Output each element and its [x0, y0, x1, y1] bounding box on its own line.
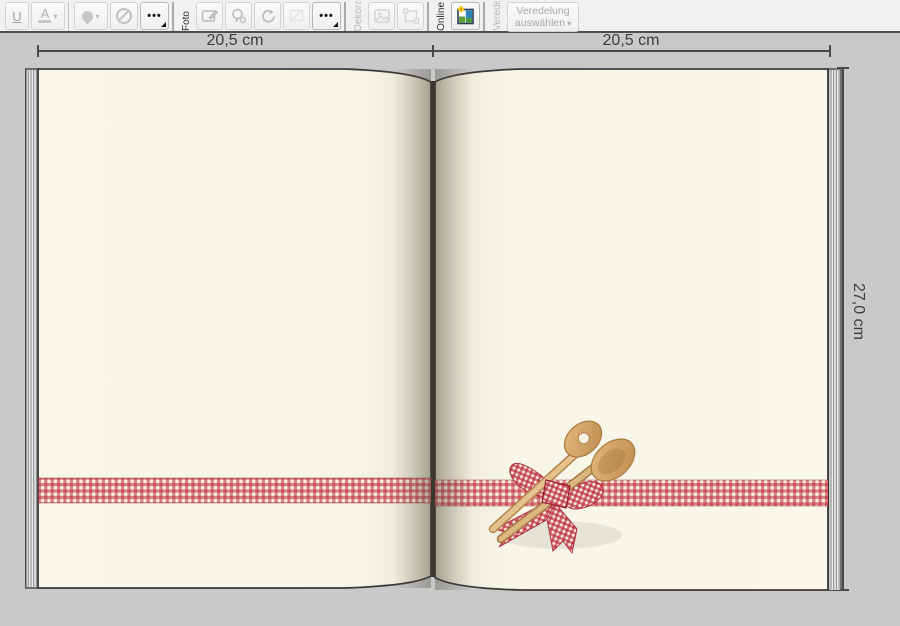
veredelung-button-line1: Veredelung — [516, 5, 569, 17]
edit-photo-button[interactable] — [196, 2, 223, 30]
veredelung-button-line2: auswählen — [515, 17, 565, 29]
spine-shadow-right — [435, 69, 473, 590]
more-icon: ••• — [147, 10, 162, 22]
right-page-width-label: 20,5 cm — [561, 32, 701, 50]
add-photo-icon — [230, 7, 248, 25]
group-separator — [483, 2, 485, 31]
left-page[interactable] — [38, 69, 431, 588]
separator — [68, 2, 69, 31]
deco-frame-button[interactable] — [397, 2, 424, 30]
group-separator — [172, 2, 174, 31]
spine-shadow-left — [393, 69, 431, 588]
right-page[interactable] — [435, 69, 828, 590]
online-group-label: Online — [434, 1, 449, 32]
add-photo-button[interactable] — [225, 2, 252, 30]
veredelung-select-button[interactable]: Veredelung auswählen▾ — [507, 2, 579, 32]
book-spread — [25, 67, 842, 591]
fill-color-icon — [80, 8, 96, 24]
dekor-group-label: Dekoration — [351, 1, 366, 32]
deco-frame-icon — [402, 7, 420, 25]
left-page-width-label: 20,5 cm — [165, 32, 305, 50]
corner-triangle-icon — [161, 22, 166, 27]
online-photo-icon — [455, 6, 476, 27]
deco-image-icon — [373, 7, 391, 25]
foto-group-label: Foto — [179, 1, 194, 32]
no-fill-button[interactable] — [110, 2, 138, 30]
book-spine — [431, 81, 435, 577]
chevron-down-icon: ▾ — [53, 12, 57, 21]
online-photo-button[interactable] — [451, 2, 480, 30]
right-page-stack-edge — [829, 69, 842, 591]
toolbar: U A ▾ ▾ ••• Foto — [0, 0, 900, 33]
measure-tick — [829, 45, 831, 57]
measure-tick — [37, 45, 39, 57]
font-color-icon: A — [38, 9, 51, 23]
rotate-photo-button[interactable] — [254, 2, 281, 30]
chevron-down-icon: ▾ — [95, 12, 99, 21]
no-fill-icon — [116, 8, 132, 24]
height-measure-line — [842, 68, 844, 591]
photo-frame-icon — [288, 7, 306, 25]
app-window: U A ▾ ▾ ••• Foto — [0, 0, 900, 626]
font-color-button[interactable]: A ▾ — [31, 2, 65, 30]
right-width-measure-line — [433, 50, 830, 52]
corner-triangle-icon — [333, 22, 338, 27]
left-page-stack-edge — [26, 69, 39, 588]
deco-image-button[interactable] — [368, 2, 395, 30]
group-separator — [427, 2, 429, 31]
underline-button[interactable]: U — [5, 2, 29, 30]
page-height-label: 27,0 cm — [849, 283, 867, 340]
fill-color-button[interactable]: ▾ — [74, 2, 108, 30]
more-icon: ••• — [319, 10, 334, 22]
more-text-options-button[interactable]: ••• — [140, 2, 169, 30]
photo-frame-button[interactable] — [283, 2, 310, 30]
measure-tick — [432, 45, 434, 57]
left-width-measure-line — [38, 50, 433, 52]
edit-photo-icon — [201, 7, 219, 25]
underline-icon: U — [12, 9, 21, 24]
group-separator — [344, 2, 346, 31]
veredelung-group-label: Veredelung — [490, 1, 505, 32]
rotate-photo-icon — [259, 7, 277, 25]
more-photo-options-button[interactable]: ••• — [312, 2, 341, 30]
chevron-down-icon: ▾ — [567, 19, 571, 28]
